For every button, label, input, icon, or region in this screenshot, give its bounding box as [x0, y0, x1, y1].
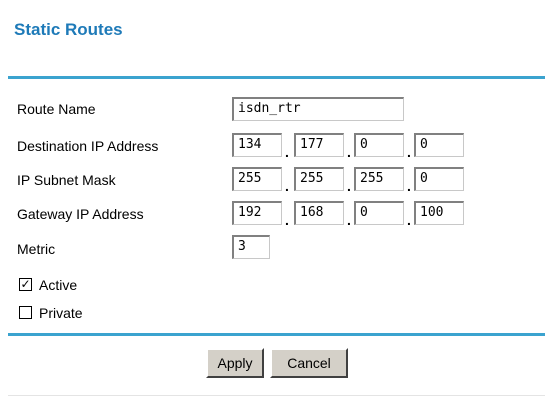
- gateway-ip-octet-3[interactable]: 0: [354, 201, 404, 225]
- page-bottom-rule: [8, 395, 545, 396]
- ip-separator-dot: .: [285, 212, 289, 228]
- ip-separator-dot: .: [285, 178, 289, 194]
- active-checkbox[interactable]: ✓: [19, 278, 32, 291]
- cancel-button[interactable]: Cancel: [270, 348, 348, 378]
- destination-ip-octet-2[interactable]: 177: [294, 133, 344, 157]
- gateway-ip-octet-4[interactable]: 100: [414, 201, 464, 225]
- ip-separator-dot: .: [285, 144, 289, 160]
- destination-ip-octet-4[interactable]: 0: [414, 133, 464, 157]
- gateway-ip-octet-2[interactable]: 168: [294, 201, 344, 225]
- gateway-ip-octet-1[interactable]: 192: [232, 201, 282, 225]
- private-checkbox[interactable]: [19, 306, 32, 319]
- ip-separator-dot: .: [407, 144, 411, 160]
- top-divider: [8, 76, 545, 79]
- ip-separator-dot: .: [347, 178, 351, 194]
- gateway-ip-label: Gateway IP Address: [17, 206, 144, 222]
- subnet-mask-octet-2[interactable]: 255: [294, 167, 344, 191]
- metric-label: Metric: [17, 241, 56, 257]
- active-label: Active: [39, 277, 78, 293]
- subnet-mask-octet-1[interactable]: 255: [232, 167, 282, 191]
- ip-separator-dot: .: [407, 178, 411, 194]
- static-routes-page: Static Routes Route Name isdn_rtr Destin…: [0, 0, 550, 403]
- route-name-label: Route Name: [17, 101, 96, 117]
- destination-ip-label: Destination IP Address: [17, 138, 159, 154]
- ip-separator-dot: .: [347, 144, 351, 160]
- metric-input[interactable]: 3: [232, 235, 270, 259]
- route-name-input[interactable]: isdn_rtr: [232, 97, 404, 121]
- ip-separator-dot: .: [347, 212, 351, 228]
- subnet-mask-label: IP Subnet Mask: [17, 172, 116, 188]
- private-label: Private: [39, 305, 83, 321]
- subnet-mask-octet-3[interactable]: 255: [354, 167, 404, 191]
- destination-ip-octet-1[interactable]: 134: [232, 133, 282, 157]
- destination-ip-octet-3[interactable]: 0: [354, 133, 404, 157]
- bottom-divider: [8, 333, 545, 336]
- page-title: Static Routes: [14, 20, 123, 39]
- subnet-mask-octet-4[interactable]: 0: [414, 167, 464, 191]
- apply-button[interactable]: Apply: [206, 348, 264, 378]
- ip-separator-dot: .: [407, 212, 411, 228]
